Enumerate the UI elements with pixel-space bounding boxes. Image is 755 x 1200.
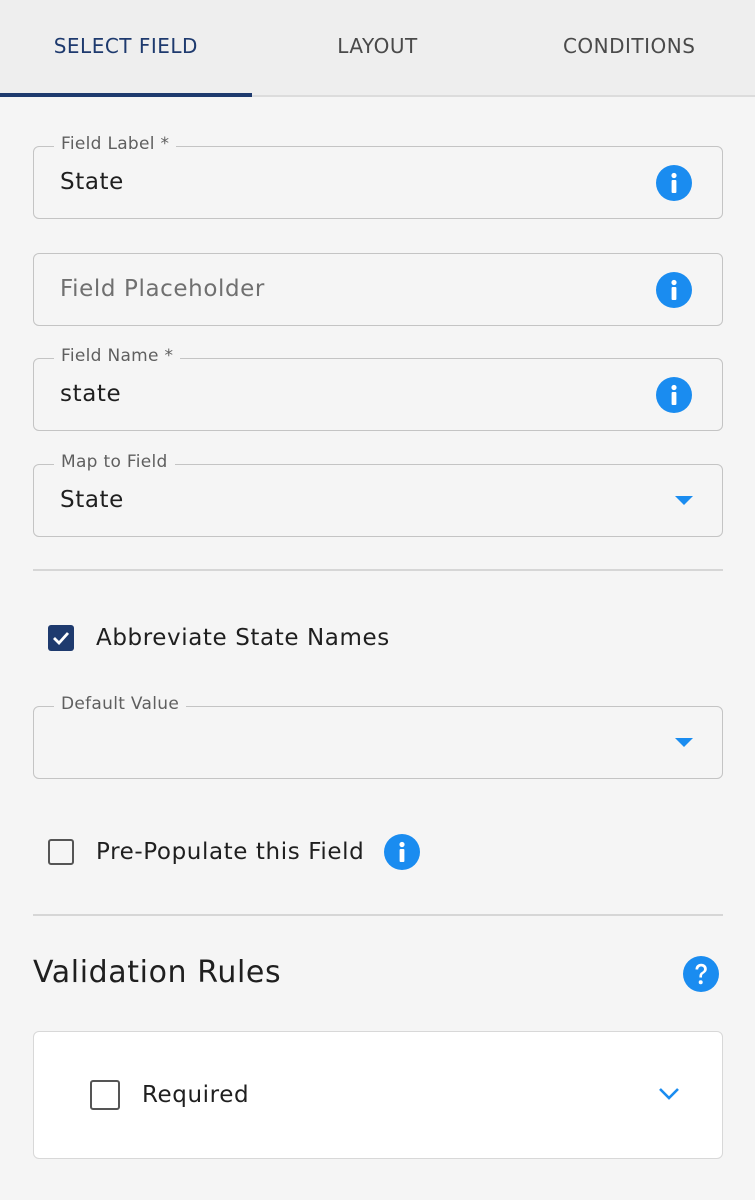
map-to-field-legend: Map to Field: [54, 452, 175, 472]
checkbox-checked[interactable]: [48, 625, 74, 651]
tab-conditions[interactable]: CONDITIONS: [503, 0, 755, 95]
tab-select-field[interactable]: SELECT FIELD: [0, 0, 252, 97]
rule-card-required[interactable]: Required: [33, 1031, 723, 1159]
info-icon[interactable]: [384, 834, 421, 870]
checkbox-unchecked[interactable]: [48, 839, 74, 865]
field-label-value[interactable]: State: [60, 169, 124, 195]
map-to-field-value[interactable]: State: [60, 487, 124, 513]
required-label: Required: [142, 1082, 250, 1108]
abbreviate-label: Abbreviate State Names: [96, 625, 390, 651]
section-divider: [33, 914, 723, 916]
default-value-legend: Default Value: [54, 694, 187, 714]
caret-down-icon[interactable]: [674, 737, 694, 749]
field-label-legend: Field Label *: [54, 134, 177, 154]
field-label-input[interactable]: Field Label * State: [33, 134, 723, 219]
field-name-legend: Field Name *: [54, 346, 181, 366]
prepopulate-checkbox[interactable]: Pre-Populate this Field: [48, 834, 421, 870]
field-name-value[interactable]: state: [60, 381, 121, 407]
section-divider: [33, 569, 723, 571]
default-value-select[interactable]: Default Value: [33, 694, 723, 779]
map-to-field-select[interactable]: Map to Field State: [33, 452, 723, 537]
info-icon[interactable]: [656, 165, 692, 201]
field-name-input[interactable]: Field Name * state: [33, 346, 723, 431]
checkmark-icon: [53, 632, 70, 645]
info-icon[interactable]: [656, 272, 692, 308]
prepopulate-label: Pre-Populate this Field: [96, 839, 365, 865]
info-icon[interactable]: [656, 377, 692, 413]
field-placeholder-input[interactable]: Field Placeholder: [33, 253, 723, 326]
chevron-down-icon[interactable]: [658, 1087, 680, 1101]
required-checkbox[interactable]: Required: [90, 1080, 249, 1110]
tab-layout[interactable]: LAYOUT: [252, 0, 504, 95]
field-placeholder-placeholder: Field Placeholder: [60, 276, 265, 302]
caret-down-icon[interactable]: [674, 495, 694, 507]
checkbox-unchecked[interactable]: [90, 1080, 120, 1110]
question-circle-icon[interactable]: [683, 956, 719, 992]
validation-rules-title: Validation Rules: [33, 955, 282, 990]
abbreviate-state-names-checkbox[interactable]: Abbreviate State Names: [48, 625, 390, 651]
tab-bar: SELECT FIELD LAYOUT CONDITIONS: [0, 0, 755, 97]
